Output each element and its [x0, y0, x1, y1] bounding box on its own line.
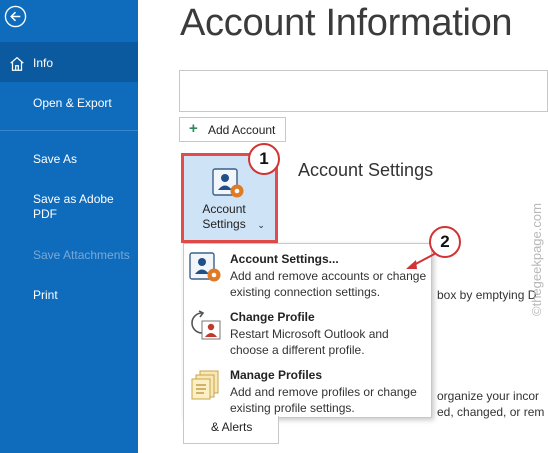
nav-open-export-label: Open & Export [33, 96, 112, 110]
nav-save-as-label: Save As [33, 152, 78, 166]
menu-item-change-profile-desc: Restart Microsoft Outlook and choose a d… [230, 327, 389, 357]
plus-icon: + [189, 120, 198, 137]
menu-item-manage-profiles-desc: Add and remove profiles or change existi… [230, 385, 417, 415]
nav-save-as-adobe-pdf-label: Save as Adobe PDF [33, 192, 114, 221]
account-settings-button-label: Account Settings ⌄ [184, 202, 275, 233]
chevron-down-icon: ⌄ [257, 220, 265, 230]
menu-item-change-profile-title: Change Profile [230, 310, 315, 324]
home-icon [10, 56, 24, 71]
menu-item-account-settings-title: Account Settings... [230, 252, 339, 266]
nav-save-as-adobe-pdf[interactable]: Save as Adobe PDF [0, 184, 138, 228]
annotation-badge-1: 1 [248, 143, 280, 175]
background-text-2: organize your incor [437, 389, 540, 403]
account-selector[interactable] [179, 70, 548, 112]
account-settings-icon [189, 252, 221, 282]
watermark-text: ©thegeekpage.com [529, 203, 544, 316]
account-settings-heading: Account Settings [298, 160, 434, 180]
manage-profiles-icon [191, 370, 219, 400]
rules-and-alerts-label: & Alerts [211, 420, 253, 434]
nav-open-export[interactable]: Open & Export [0, 88, 138, 116]
nav-save-as[interactable]: Save As [0, 144, 138, 172]
menu-item-manage-profiles-title: Manage Profiles [230, 368, 323, 382]
nav-print[interactable]: Print [0, 280, 138, 308]
menu-item-change-profile[interactable]: Change Profile Restart Microsoft Outlook… [184, 304, 431, 362]
background-text-3: ed, changed, or rem [437, 405, 545, 419]
annotation-badge-2: 2 [429, 226, 461, 258]
nav-save-attachments-label: Save Attachments [33, 248, 130, 262]
back-arrow-icon[interactable] [4, 5, 27, 28]
add-account-label: Add Account [208, 123, 276, 137]
nav-save-attachments: Save Attachments [0, 240, 138, 268]
account-settings-dropdown: Account Settings... Add and remove accou… [183, 243, 432, 418]
menu-item-account-settings[interactable]: Account Settings... Add and remove accou… [184, 246, 431, 304]
nav-info[interactable]: Info [0, 42, 138, 82]
menu-item-account-settings-desc: Add and remove accounts or change existi… [230, 269, 427, 299]
account-settings-button-text: Account Settings [202, 202, 246, 231]
account-settings-icon [212, 168, 244, 198]
rules-and-alerts-button[interactable]: & Alerts [183, 416, 279, 444]
menu-item-manage-profiles[interactable]: Manage Profiles Add and remove profiles … [184, 362, 431, 420]
change-profile-icon [191, 310, 221, 340]
nav-info-label: Info [33, 56, 54, 70]
sidebar-divider [0, 130, 138, 131]
page-title: Account Information [180, 2, 513, 44]
add-account-button[interactable]: + Add Account [179, 117, 286, 142]
watermark: ©thegeekpage.com [529, 203, 544, 316]
background-text-1: box by emptying D [437, 288, 537, 302]
nav-print-label: Print [33, 288, 58, 302]
backstage-sidebar: Info Open & Export Save As Save as Adobe… [0, 0, 138, 453]
